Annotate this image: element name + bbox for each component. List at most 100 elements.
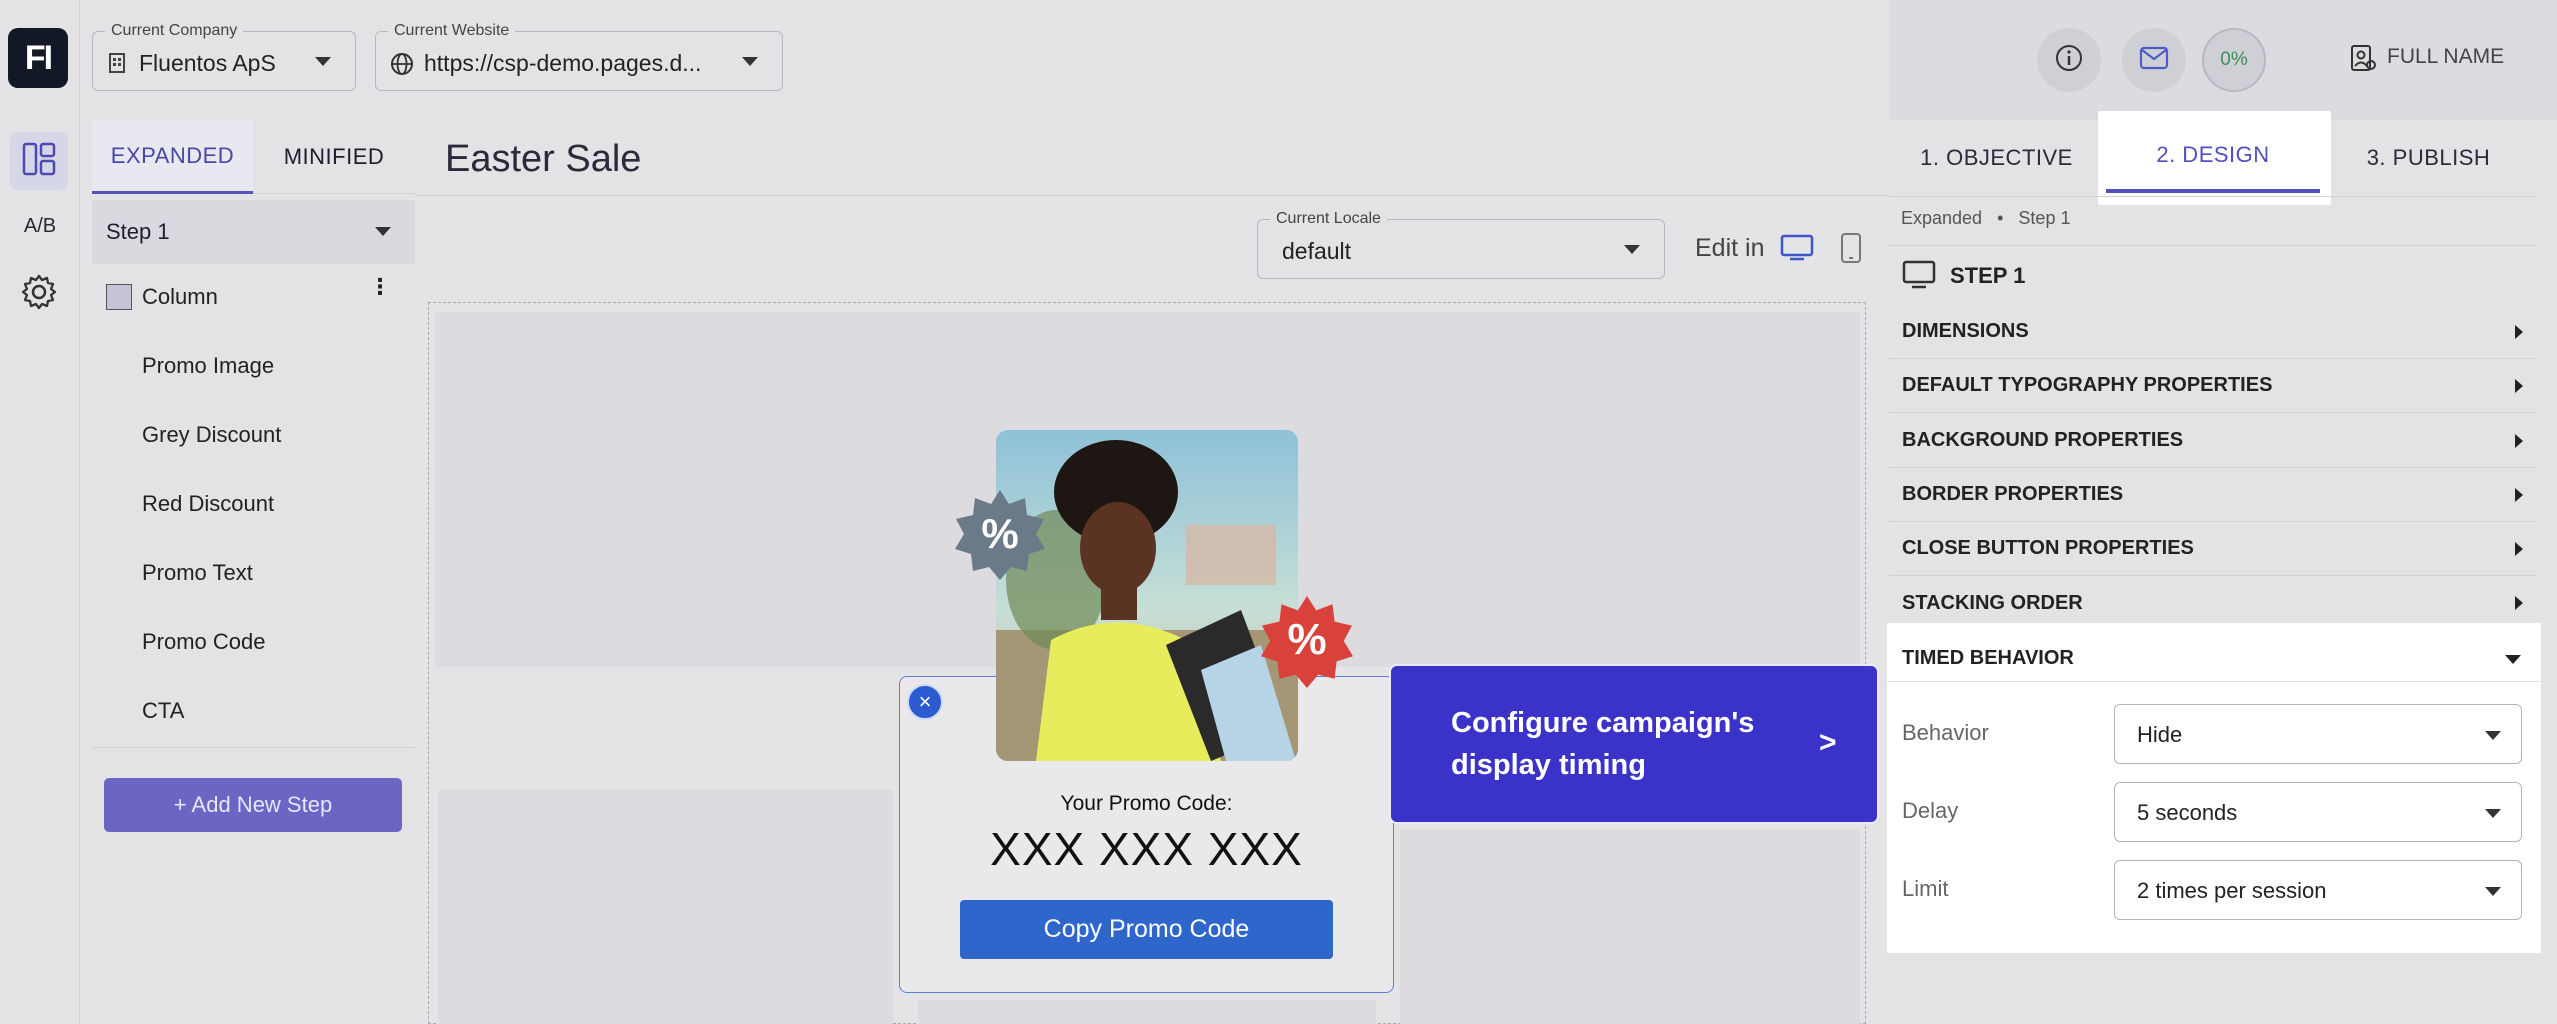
breadcrumb-item[interactable]: Step 1	[2018, 208, 2070, 228]
limit-select[interactable]: 2 times per session	[2114, 860, 2522, 920]
desktop-icon	[1902, 260, 1936, 295]
tab-objective[interactable]: 1. OBJECTIVE	[1889, 120, 2104, 196]
layers-panel: EXPANDED MINIFIED Step 1 Column ⋮ Promo …	[92, 120, 415, 1024]
step-select-value: Step 1	[106, 219, 170, 244]
section-default-typography[interactable]: DEFAULT TYPOGRAPHY PROPERTIES	[1889, 359, 2537, 413]
desktop-icon[interactable]	[1780, 234, 1814, 267]
column-swatch	[106, 284, 132, 310]
promo-text: Your Promo Code:	[1060, 792, 1233, 815]
caret-right-icon	[2515, 379, 2523, 393]
caret-right-icon	[2515, 596, 2523, 610]
divider	[1889, 245, 2537, 246]
section-label: STACKING ORDER	[1902, 591, 2083, 614]
step-title: STEP 1	[1950, 263, 2026, 288]
timed-behavior-title[interactable]: TIMED BEHAVIOR	[1902, 647, 2074, 670]
canvas-section	[438, 790, 893, 1024]
caret-right-icon	[2515, 488, 2523, 502]
step-select[interactable]: Step 1	[92, 200, 415, 264]
tab-expanded[interactable]: EXPANDED	[92, 120, 253, 194]
layer-cta[interactable]: CTA	[92, 681, 415, 741]
breadcrumb-separator: •	[1997, 208, 2004, 228]
breadcrumb: Expanded • Step 1	[1901, 208, 2070, 229]
section-dimensions[interactable]: DIMENSIONS	[1889, 305, 2537, 359]
settings-nav-button[interactable]	[10, 265, 68, 323]
timed-behavior-section: TIMED BEHAVIOR Behavior Hide Delay 5 sec…	[1887, 623, 2541, 953]
chevron-down-icon	[2485, 809, 2501, 818]
locale-select[interactable]: Current Locale default	[1257, 210, 1665, 279]
layer-grey-discount[interactable]: Grey Discount	[92, 405, 415, 465]
ab-test-nav[interactable]: A/B	[0, 215, 80, 238]
limit-label: Limit	[1902, 876, 1949, 901]
delay-label: Delay	[1902, 798, 1959, 823]
section-stacking-order[interactable]: STACKING ORDER	[1889, 576, 2537, 630]
chevron-down-icon	[2485, 731, 2501, 740]
layer-column[interactable]: Column ⋮	[92, 267, 415, 327]
layout-nav-button[interactable]	[10, 132, 68, 190]
locale-value: default	[1282, 238, 1352, 264]
section-label: BACKGROUND PROPERTIES	[1902, 429, 2184, 451]
divider	[1887, 681, 2541, 682]
copy-promo-code-button[interactable]: Copy Promo Code	[960, 900, 1333, 959]
canvas-section	[918, 1000, 1376, 1024]
chevron-down-icon	[1624, 245, 1640, 254]
promo-image[interactable]	[996, 430, 1298, 761]
delay-select[interactable]: 5 seconds	[2114, 782, 2522, 842]
layer-promo-image[interactable]: Promo Image	[92, 336, 415, 396]
messages-button[interactable]	[2122, 28, 2186, 92]
tab-design[interactable]: 2. DESIGN	[2106, 120, 2320, 193]
section-border[interactable]: BORDER PROPERTIES	[1889, 468, 2537, 522]
info-button[interactable]	[2037, 28, 2101, 92]
section-label: CLOSE BUTTON PROPERTIES	[1902, 537, 2194, 559]
company-select-label: Current Company	[105, 22, 244, 40]
divider	[1889, 196, 2537, 197]
tab-publish[interactable]: 3. PUBLISH	[2322, 120, 2535, 196]
section-close-button[interactable]: CLOSE BUTTON PROPERTIES	[1889, 522, 2537, 576]
grid-layout-icon	[21, 141, 57, 182]
section-background[interactable]: BACKGROUND PROPERTIES	[1889, 414, 2537, 468]
company-value: Fluentos ApS	[139, 50, 276, 76]
edit-in-label: Edit in	[1695, 234, 1765, 262]
tab-minified[interactable]: MINIFIED	[253, 120, 415, 194]
company-select[interactable]: Current Company Fluentos ApS	[92, 22, 356, 91]
layer-label: Red Discount	[142, 491, 275, 516]
add-new-step-button[interactable]: + Add New Step	[104, 778, 402, 832]
layer-promo-text[interactable]: Promo Text	[92, 543, 415, 603]
breadcrumb-item[interactable]: Expanded	[1901, 208, 1982, 228]
canvas-section	[1400, 830, 1860, 1024]
layer-label: Promo Code	[142, 629, 266, 654]
info-icon	[2054, 43, 2084, 78]
progress-indicator[interactable]: 0%	[2202, 28, 2266, 92]
tooltip-next-arrow[interactable]: >	[1819, 726, 1837, 760]
layer-promo-code[interactable]: Promo Code	[92, 612, 415, 672]
mobile-icon[interactable]	[1840, 232, 1862, 269]
caret-right-icon	[2515, 434, 2523, 448]
progress-label: 0%	[2220, 49, 2248, 70]
website-value: https://csp-demo.pages.d...	[424, 50, 702, 76]
layer-red-discount[interactable]: Red Discount	[92, 474, 415, 534]
chevron-down-icon	[2485, 887, 2501, 896]
user-badge-icon	[2349, 43, 2377, 78]
layer-label: CTA	[142, 698, 185, 723]
behavior-select[interactable]: Hide	[2114, 704, 2522, 764]
globe-icon	[390, 52, 414, 81]
chevron-down-icon	[375, 227, 391, 236]
chevron-down-icon	[742, 57, 758, 66]
user-name[interactable]: FULL NAME	[2387, 45, 2504, 69]
editor-header: Easter Sale	[415, 120, 1889, 196]
chevron-down-icon	[315, 57, 331, 66]
promo-code: XXX XXX XXX	[990, 823, 1303, 875]
close-symbol: ×	[918, 689, 932, 714]
divider	[92, 747, 415, 748]
kebab-icon[interactable]: ⋮	[369, 276, 391, 298]
app-logo[interactable]: FI	[8, 28, 68, 88]
close-icon[interactable]: ×	[907, 684, 943, 720]
view-tabs: EXPANDED MINIFIED	[92, 120, 415, 194]
layer-label: Column	[142, 284, 218, 309]
layer-label: Grey Discount	[142, 422, 282, 447]
behavior-value: Hide	[2137, 722, 2183, 747]
top-bar: Current Company Fluentos ApS Current Web…	[80, 0, 1889, 120]
onboarding-tooltip[interactable]: Configure campaign's display timing >	[1389, 664, 1879, 824]
caret-down-icon[interactable]	[2505, 655, 2521, 664]
tooltip-text: Configure campaign's display timing	[1451, 707, 1755, 781]
website-select[interactable]: Current Website https://csp-demo.pages.d…	[375, 22, 783, 91]
